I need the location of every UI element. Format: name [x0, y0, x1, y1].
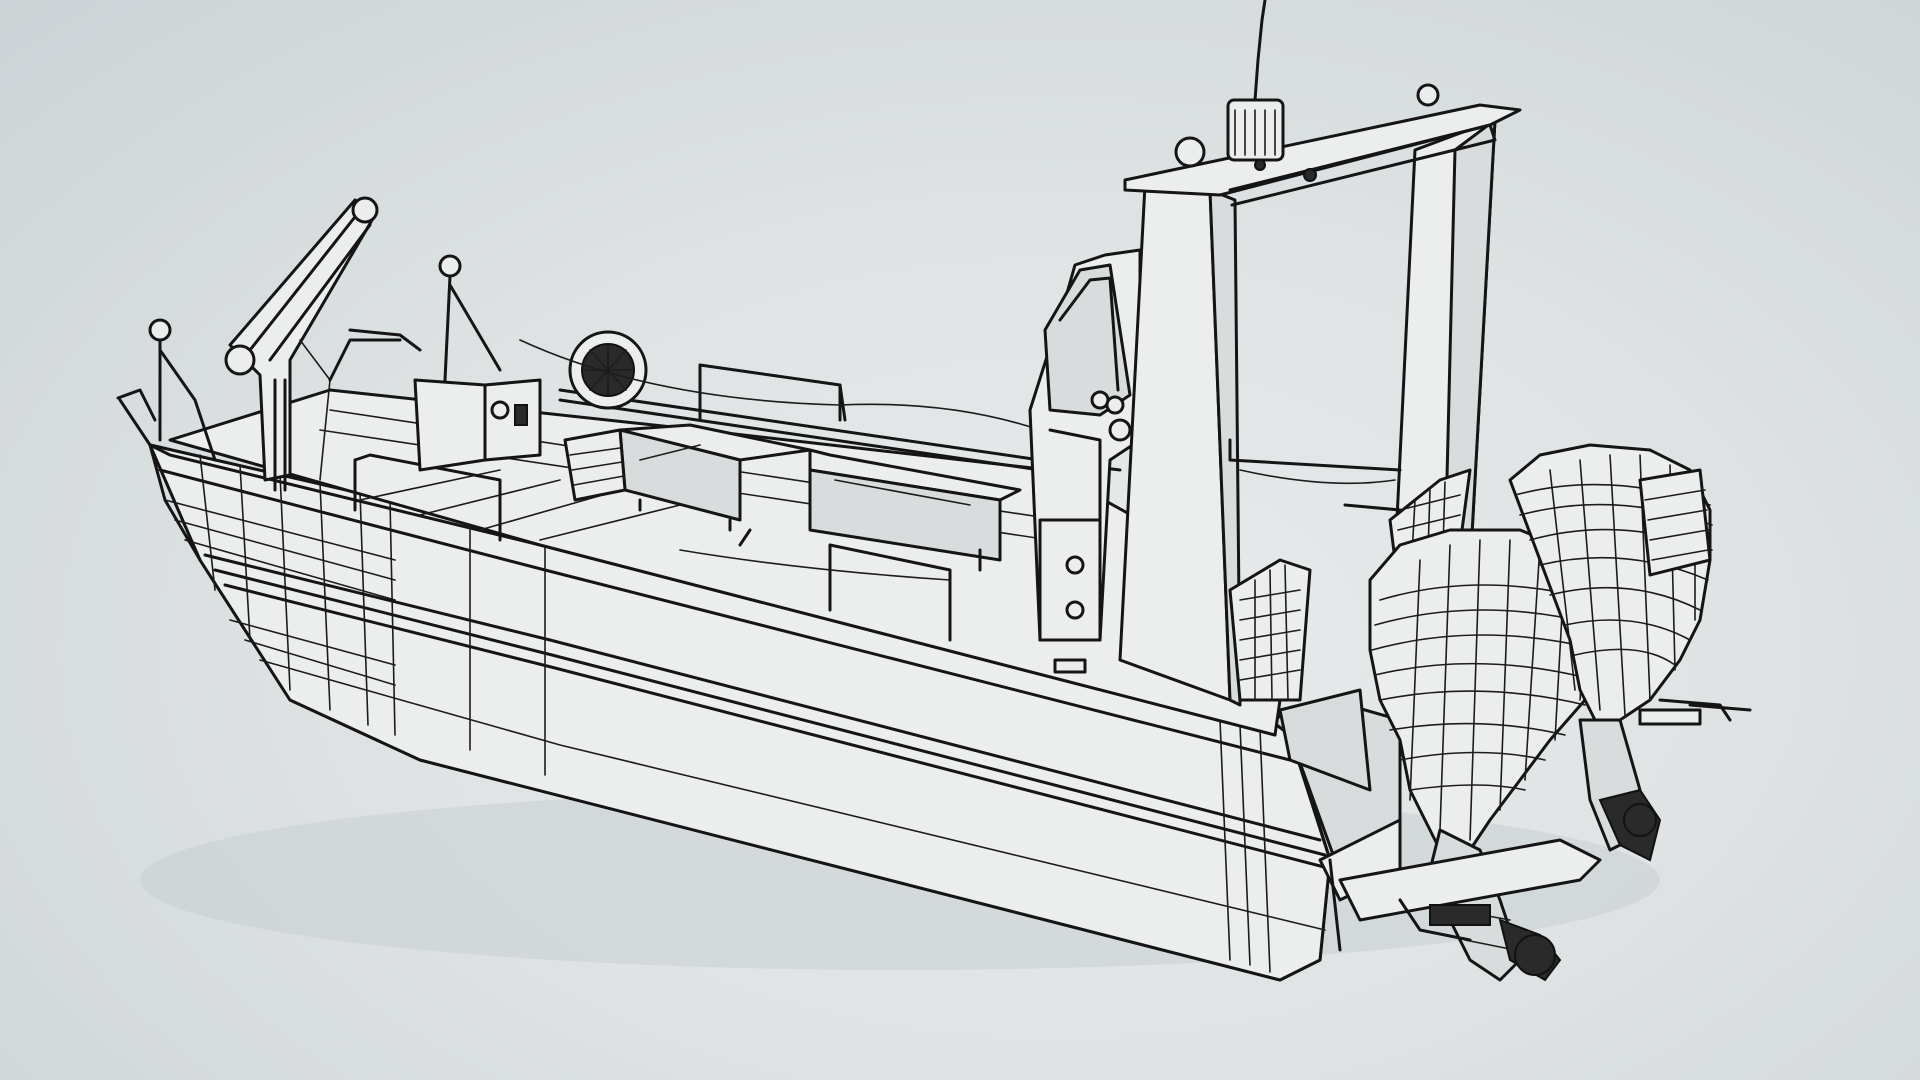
deck-locker	[413, 378, 542, 472]
boat-wireframe-model	[116, 0, 1752, 982]
radar-dome	[568, 330, 648, 410]
aft-rails	[1228, 438, 1402, 512]
render-viewport	[0, 0, 1920, 1080]
bow-seat	[563, 428, 627, 502]
